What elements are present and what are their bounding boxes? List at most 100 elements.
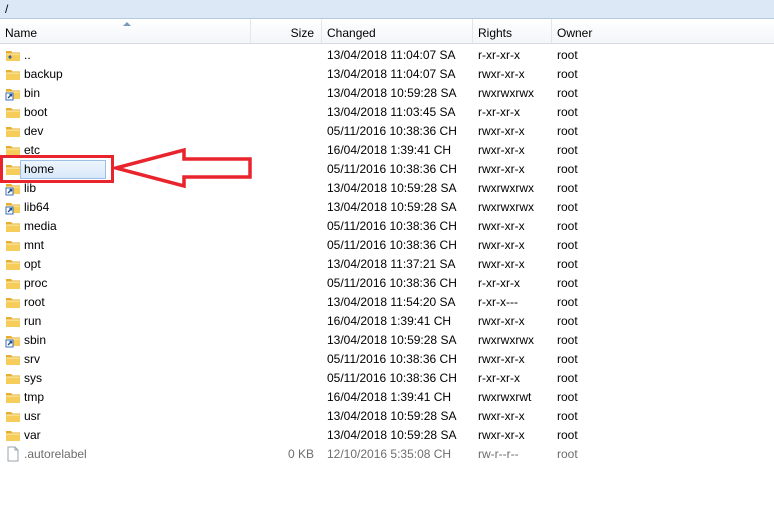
file-changed: 05/11/2016 10:38:36 CH: [327, 276, 457, 290]
file-row[interactable]: tmp 16/04/2018 1:39:41 CH rwxrwxrwt root: [0, 388, 774, 407]
file-list[interactable]: .. 13/04/2018 11:04:07 SA r-xr-xr-x root bac…: [0, 46, 774, 464]
file-changed: 13/04/2018 11:04:07 SA: [327, 48, 456, 62]
column-owner-label: Owner: [557, 26, 593, 40]
file-rights: rwxrwxrwx: [478, 200, 534, 214]
file-size: [252, 350, 314, 369]
column-changed-label: Changed: [327, 26, 376, 40]
file-rights: rwxr-xr-x: [478, 219, 525, 233]
file-owner: root: [557, 447, 578, 461]
folder-icon: [5, 123, 21, 139]
file-row[interactable]: run 16/04/2018 1:39:41 CH rwxr-xr-x root: [0, 312, 774, 331]
file-row[interactable]: proc 05/11/2016 10:38:36 CH r-xr-xr-x root: [0, 274, 774, 293]
file-rights: rwxr-xr-x: [478, 67, 525, 81]
file-row[interactable]: sys 05/11/2016 10:38:36 CH r-xr-xr-x root: [0, 369, 774, 388]
file-size: [252, 331, 314, 350]
file-row[interactable]: media 05/11/2016 10:38:36 CH rwxr-xr-x root: [0, 217, 774, 236]
file-row[interactable]: usr 13/04/2018 10:59:28 SA rwxr-xr-x root: [0, 407, 774, 426]
file-rights: rwxr-xr-x: [478, 238, 525, 252]
file-size: [252, 65, 314, 84]
file-owner: root: [557, 352, 578, 366]
file-row[interactable]: lib 13/04/2018 10:59:28 SA rwxrwxrwx root: [0, 179, 774, 198]
file-icon: [5, 446, 21, 462]
file-row[interactable]: sbin 13/04/2018 10:59:28 SA rwxrwxrwx root: [0, 331, 774, 350]
file-rights: rwxr-xr-x: [478, 428, 525, 442]
file-owner: root: [557, 181, 578, 195]
file-rights: rw-r--r--: [478, 447, 519, 461]
column-size[interactable]: Size: [251, 19, 322, 43]
file-name: sbin: [24, 333, 47, 347]
file-rights: rwxrwxrwt: [478, 390, 532, 404]
column-rights[interactable]: Rights: [473, 19, 552, 43]
column-name-label: Name: [5, 26, 38, 40]
file-size: [252, 293, 314, 312]
file-name: root: [24, 295, 45, 309]
file-row[interactable]: opt 13/04/2018 11:37:21 SA rwxr-xr-x root: [0, 255, 774, 274]
file-changed: 05/11/2016 10:38:36 CH: [327, 371, 457, 385]
file-size: [252, 103, 314, 122]
file-rights: rwxrwxrwx: [478, 333, 534, 347]
column-rights-label: Rights: [478, 26, 513, 40]
sort-ascending-icon: [123, 22, 131, 26]
file-row[interactable]: bin 13/04/2018 10:59:28 SA rwxrwxrwx root: [0, 84, 774, 103]
file-size: [252, 46, 314, 65]
file-rights: r-xr-xr-x: [478, 371, 520, 385]
path-bar[interactable]: /: [0, 0, 774, 19]
file-size: [252, 198, 314, 217]
file-rights: rwxr-xr-x: [478, 352, 525, 366]
file-name: boot: [24, 105, 48, 119]
file-owner: root: [557, 86, 578, 100]
column-name[interactable]: Name: [0, 19, 251, 43]
file-size: [252, 160, 314, 179]
file-name: tmp: [24, 390, 45, 404]
file-size: [252, 369, 314, 388]
current-path: /: [5, 2, 9, 16]
file-row[interactable]: mnt 05/11/2016 10:38:36 CH rwxr-xr-x root: [0, 236, 774, 255]
file-size: [252, 122, 314, 141]
column-owner[interactable]: Owner: [552, 19, 774, 43]
file-row[interactable]: backup 13/04/2018 11:04:07 SA rwxr-xr-x roo…: [0, 65, 774, 84]
file-changed: 05/11/2016 10:38:36 CH: [327, 219, 457, 233]
file-changed: 13/04/2018 11:03:45 SA: [327, 105, 456, 119]
file-owner: root: [557, 276, 578, 290]
file-changed: 13/04/2018 11:37:21 SA: [327, 257, 456, 271]
file-row[interactable]: var 13/04/2018 10:59:28 SA rwxr-xr-x root: [0, 426, 774, 445]
file-name: dev: [24, 124, 44, 138]
file-name: lib: [24, 181, 37, 195]
file-rights: r-xr-x---: [478, 295, 518, 309]
file-name: backup: [24, 67, 63, 81]
file-row[interactable]: root 13/04/2018 11:54:20 SA r-xr-x--- root: [0, 293, 774, 312]
file-owner: root: [557, 428, 578, 442]
file-size: [252, 388, 314, 407]
file-rights: r-xr-xr-x: [478, 276, 520, 290]
file-row[interactable]: .. 13/04/2018 11:04:07 SA r-xr-xr-x root: [0, 46, 774, 65]
column-changed[interactable]: Changed: [322, 19, 473, 43]
folder-icon: [5, 294, 21, 310]
file-rights: rwxr-xr-x: [478, 257, 525, 271]
file-row[interactable]: srv 05/11/2016 10:38:36 CH rwxr-xr-x root: [0, 350, 774, 369]
folder-icon: [5, 370, 21, 386]
file-size: 0 KB: [287, 447, 314, 461]
file-owner: root: [557, 390, 578, 404]
folder-icon: [5, 427, 21, 443]
folder-icon: [5, 218, 21, 234]
file-row[interactable]: dev 05/11/2016 10:38:36 CH rwxr-xr-x root: [0, 122, 774, 141]
folder-icon: [5, 104, 21, 120]
folder-link-icon: [5, 180, 21, 196]
folder-icon: [5, 275, 21, 291]
file-row[interactable]: etc 16/04/2018 1:39:41 CH rwxr-xr-x root: [0, 141, 774, 160]
file-row[interactable]: boot 13/04/2018 11:03:45 SA r-xr-xr-x root: [0, 103, 774, 122]
file-row[interactable]: lib64 13/04/2018 10:59:28 SA rwxrwxrwx root: [0, 198, 774, 217]
column-header: Name Size Changed Rights Owner: [0, 19, 774, 44]
file-changed: 13/04/2018 10:59:28 SA: [327, 428, 457, 442]
folder-link-icon: [5, 199, 21, 215]
file-row[interactable]: home 05/11/2016 10:38:36 CH rwxr-xr-x root: [0, 160, 774, 179]
file-owner: root: [557, 371, 578, 385]
parent-folder-icon: [5, 47, 21, 63]
file-changed: 13/04/2018 10:59:28 SA: [327, 86, 457, 100]
file-owner: root: [557, 162, 578, 176]
folder-icon: [5, 351, 21, 367]
file-row[interactable]: .autorelabel 0 KB 12/10/2016 5:35:08 CH rw-…: [0, 445, 774, 464]
file-size: [252, 407, 314, 426]
file-rights: rwxrwxrwx: [478, 86, 534, 100]
file-changed: 12/10/2016 5:35:08 CH: [327, 447, 452, 461]
